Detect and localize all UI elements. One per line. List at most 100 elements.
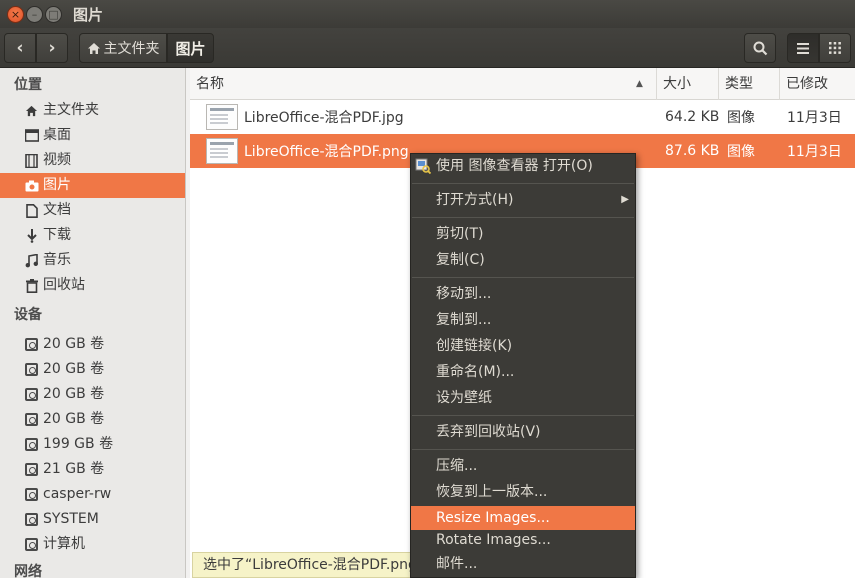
file-modified: 11月3日 <box>787 110 842 126</box>
menu-item-restore-previous-version[interactable]: 恢复到上一版本... <box>411 480 635 504</box>
image-thumbnail-icon <box>206 138 238 164</box>
file-row[interactable]: LibreOffice-混合PDF.jpg 64.2 KB 图像 11月3日 <box>190 100 855 134</box>
search-button[interactable] <box>744 33 776 63</box>
sort-ascending-icon: ▲ <box>636 79 643 89</box>
menu-item-create-link[interactable]: 创建链接(K) <box>411 334 635 358</box>
window-title: 图片 <box>73 6 104 24</box>
breadcrumb-current-label: 图片 <box>175 39 206 58</box>
column-header-size[interactable]: 大小 <box>657 68 719 100</box>
menu-item-move-to[interactable]: 移动到... <box>411 282 635 306</box>
sidebar: 位置 主文件夹 桌面 视频 图片 文档 下载 音乐 回收站 设备 20 GB 卷… <box>0 68 186 578</box>
sidebar-item-label: 20 GB 卷 <box>43 336 105 352</box>
menu-item-label: Resize Images... <box>436 510 550 526</box>
menu-item-open-with[interactable]: 打开方式(H) ▶ <box>411 188 635 212</box>
menu-item-rotate-images[interactable]: Rotate Images... <box>411 528 635 552</box>
selection-status: 选中了“LibreOffice-混合PDF.png” <box>192 552 415 578</box>
video-icon <box>24 153 39 168</box>
sidebar-item-label: 视频 <box>43 152 71 168</box>
sidebar-item-music[interactable]: 音乐 <box>0 248 185 273</box>
sidebar-item-label: 199 GB 卷 <box>43 436 114 452</box>
menu-item-label: 设为壁纸 <box>436 390 492 406</box>
window-close-button[interactable]: × <box>7 6 24 23</box>
menu-item-copy-to[interactable]: 复制到... <box>411 308 635 332</box>
menu-item-open-with-image-viewer[interactable]: 使用 图像查看器 打开(O) <box>411 154 635 178</box>
sidebar-item-volume[interactable]: 20 GB 卷 <box>0 357 185 382</box>
menu-item-email[interactable]: 邮件... <box>411 552 635 576</box>
column-header-name[interactable]: 名称 <box>190 68 657 100</box>
grid-view-icon <box>829 42 841 54</box>
menu-separator <box>412 415 634 416</box>
menu-item-label: 丢弃到回收站(V) <box>436 424 541 440</box>
sidebar-item-volume[interactable]: 21 GB 卷 <box>0 457 185 482</box>
column-header-type[interactable]: 类型 <box>719 68 780 100</box>
breadcrumb-current[interactable]: 图片 <box>167 33 214 63</box>
list-view-button[interactable] <box>787 33 819 63</box>
menu-item-compress[interactable]: 压缩... <box>411 454 635 478</box>
drive-icon <box>24 512 39 527</box>
desktop-icon <box>24 128 39 143</box>
sidebar-item-volume[interactable]: 20 GB 卷 <box>0 407 185 432</box>
menu-item-copy[interactable]: 复制(C) <box>411 248 635 272</box>
menu-item-set-wallpaper[interactable]: 设为壁纸 <box>411 386 635 410</box>
minimize-icon: – <box>31 8 38 21</box>
sidebar-item-volume[interactable]: casper-rw <box>0 482 185 507</box>
sidebar-item-downloads[interactable]: 下载 <box>0 223 185 248</box>
sidebar-item-pictures[interactable]: 图片 <box>0 173 185 198</box>
maximize-icon: □ <box>48 8 59 21</box>
sidebar-item-label: 桌面 <box>43 127 71 143</box>
drive-icon <box>24 337 39 352</box>
search-icon <box>753 41 767 55</box>
document-icon <box>24 203 39 218</box>
sidebar-item-label: 20 GB 卷 <box>43 411 105 427</box>
menu-item-cut[interactable]: 剪切(T) <box>411 222 635 246</box>
sidebar-item-label: 21 GB 卷 <box>43 461 105 477</box>
window-maximize-button[interactable]: □ <box>45 6 62 23</box>
sidebar-item-label: 20 GB 卷 <box>43 361 105 377</box>
menu-item-move-to-trash[interactable]: 丢弃到回收站(V) <box>411 420 635 444</box>
window-minimize-button[interactable]: – <box>26 6 43 23</box>
menu-item-label: 压缩... <box>436 458 478 474</box>
menu-item-rename[interactable]: 重命名(M)... <box>411 360 635 384</box>
menu-item-label: 剪切(T) <box>436 226 484 242</box>
file-modified: 11月3日 <box>787 144 842 160</box>
menu-separator <box>412 277 634 278</box>
music-icon <box>24 253 39 268</box>
menu-separator <box>412 183 634 184</box>
sidebar-item-trash[interactable]: 回收站 <box>0 273 185 298</box>
trash-icon <box>24 278 39 293</box>
sidebar-item-videos[interactable]: 视频 <box>0 148 185 173</box>
sidebar-item-volume[interactable]: 20 GB 卷 <box>0 332 185 357</box>
file-name: LibreOffice-混合PDF.jpg <box>244 110 404 126</box>
sidebar-item-volume[interactable]: SYSTEM <box>0 507 185 532</box>
menu-item-resize-images[interactable]: Resize Images... <box>411 506 635 530</box>
menu-item-label: 复制(C) <box>436 252 485 268</box>
forward-button[interactable]: › <box>36 33 68 63</box>
drive-icon <box>24 362 39 377</box>
column-header-modified[interactable]: 已修改 <box>780 68 855 100</box>
sidebar-item-label: 下载 <box>43 227 71 243</box>
back-button[interactable]: ‹ <box>4 33 36 63</box>
sidebar-item-home[interactable]: 主文件夹 <box>0 98 185 123</box>
column-header-bar: 名称 ▲ 大小 类型 已修改 <box>190 68 855 100</box>
list-view-icon <box>797 42 809 54</box>
chevron-left-icon: ‹ <box>16 38 24 58</box>
submenu-arrow-icon: ▶ <box>621 194 629 205</box>
sidebar-item-computer[interactable]: 计算机 <box>0 532 185 557</box>
sidebar-item-label: 20 GB 卷 <box>43 386 105 402</box>
sidebar-item-label: 回收站 <box>43 277 85 293</box>
sidebar-item-volume[interactable]: 199 GB 卷 <box>0 432 185 457</box>
menu-item-label: 复制到... <box>436 312 492 328</box>
grid-view-button[interactable] <box>819 33 851 63</box>
sidebar-item-desktop[interactable]: 桌面 <box>0 123 185 148</box>
title-bar: × – □ 图片 <box>0 0 855 28</box>
breadcrumb-home-label: 主文件夹 <box>103 41 160 57</box>
sidebar-item-documents[interactable]: 文档 <box>0 198 185 223</box>
breadcrumb-home[interactable]: 主文件夹 <box>79 33 167 63</box>
menu-separator <box>412 449 634 450</box>
sidebar-item-label: 图片 <box>43 177 71 193</box>
sidebar-item-volume[interactable]: 20 GB 卷 <box>0 382 185 407</box>
sidebar-item-label: 文档 <box>43 202 71 218</box>
file-type: 图像 <box>727 144 755 160</box>
camera-icon <box>24 178 39 193</box>
sidebar-item-label: 主文件夹 <box>43 102 99 118</box>
